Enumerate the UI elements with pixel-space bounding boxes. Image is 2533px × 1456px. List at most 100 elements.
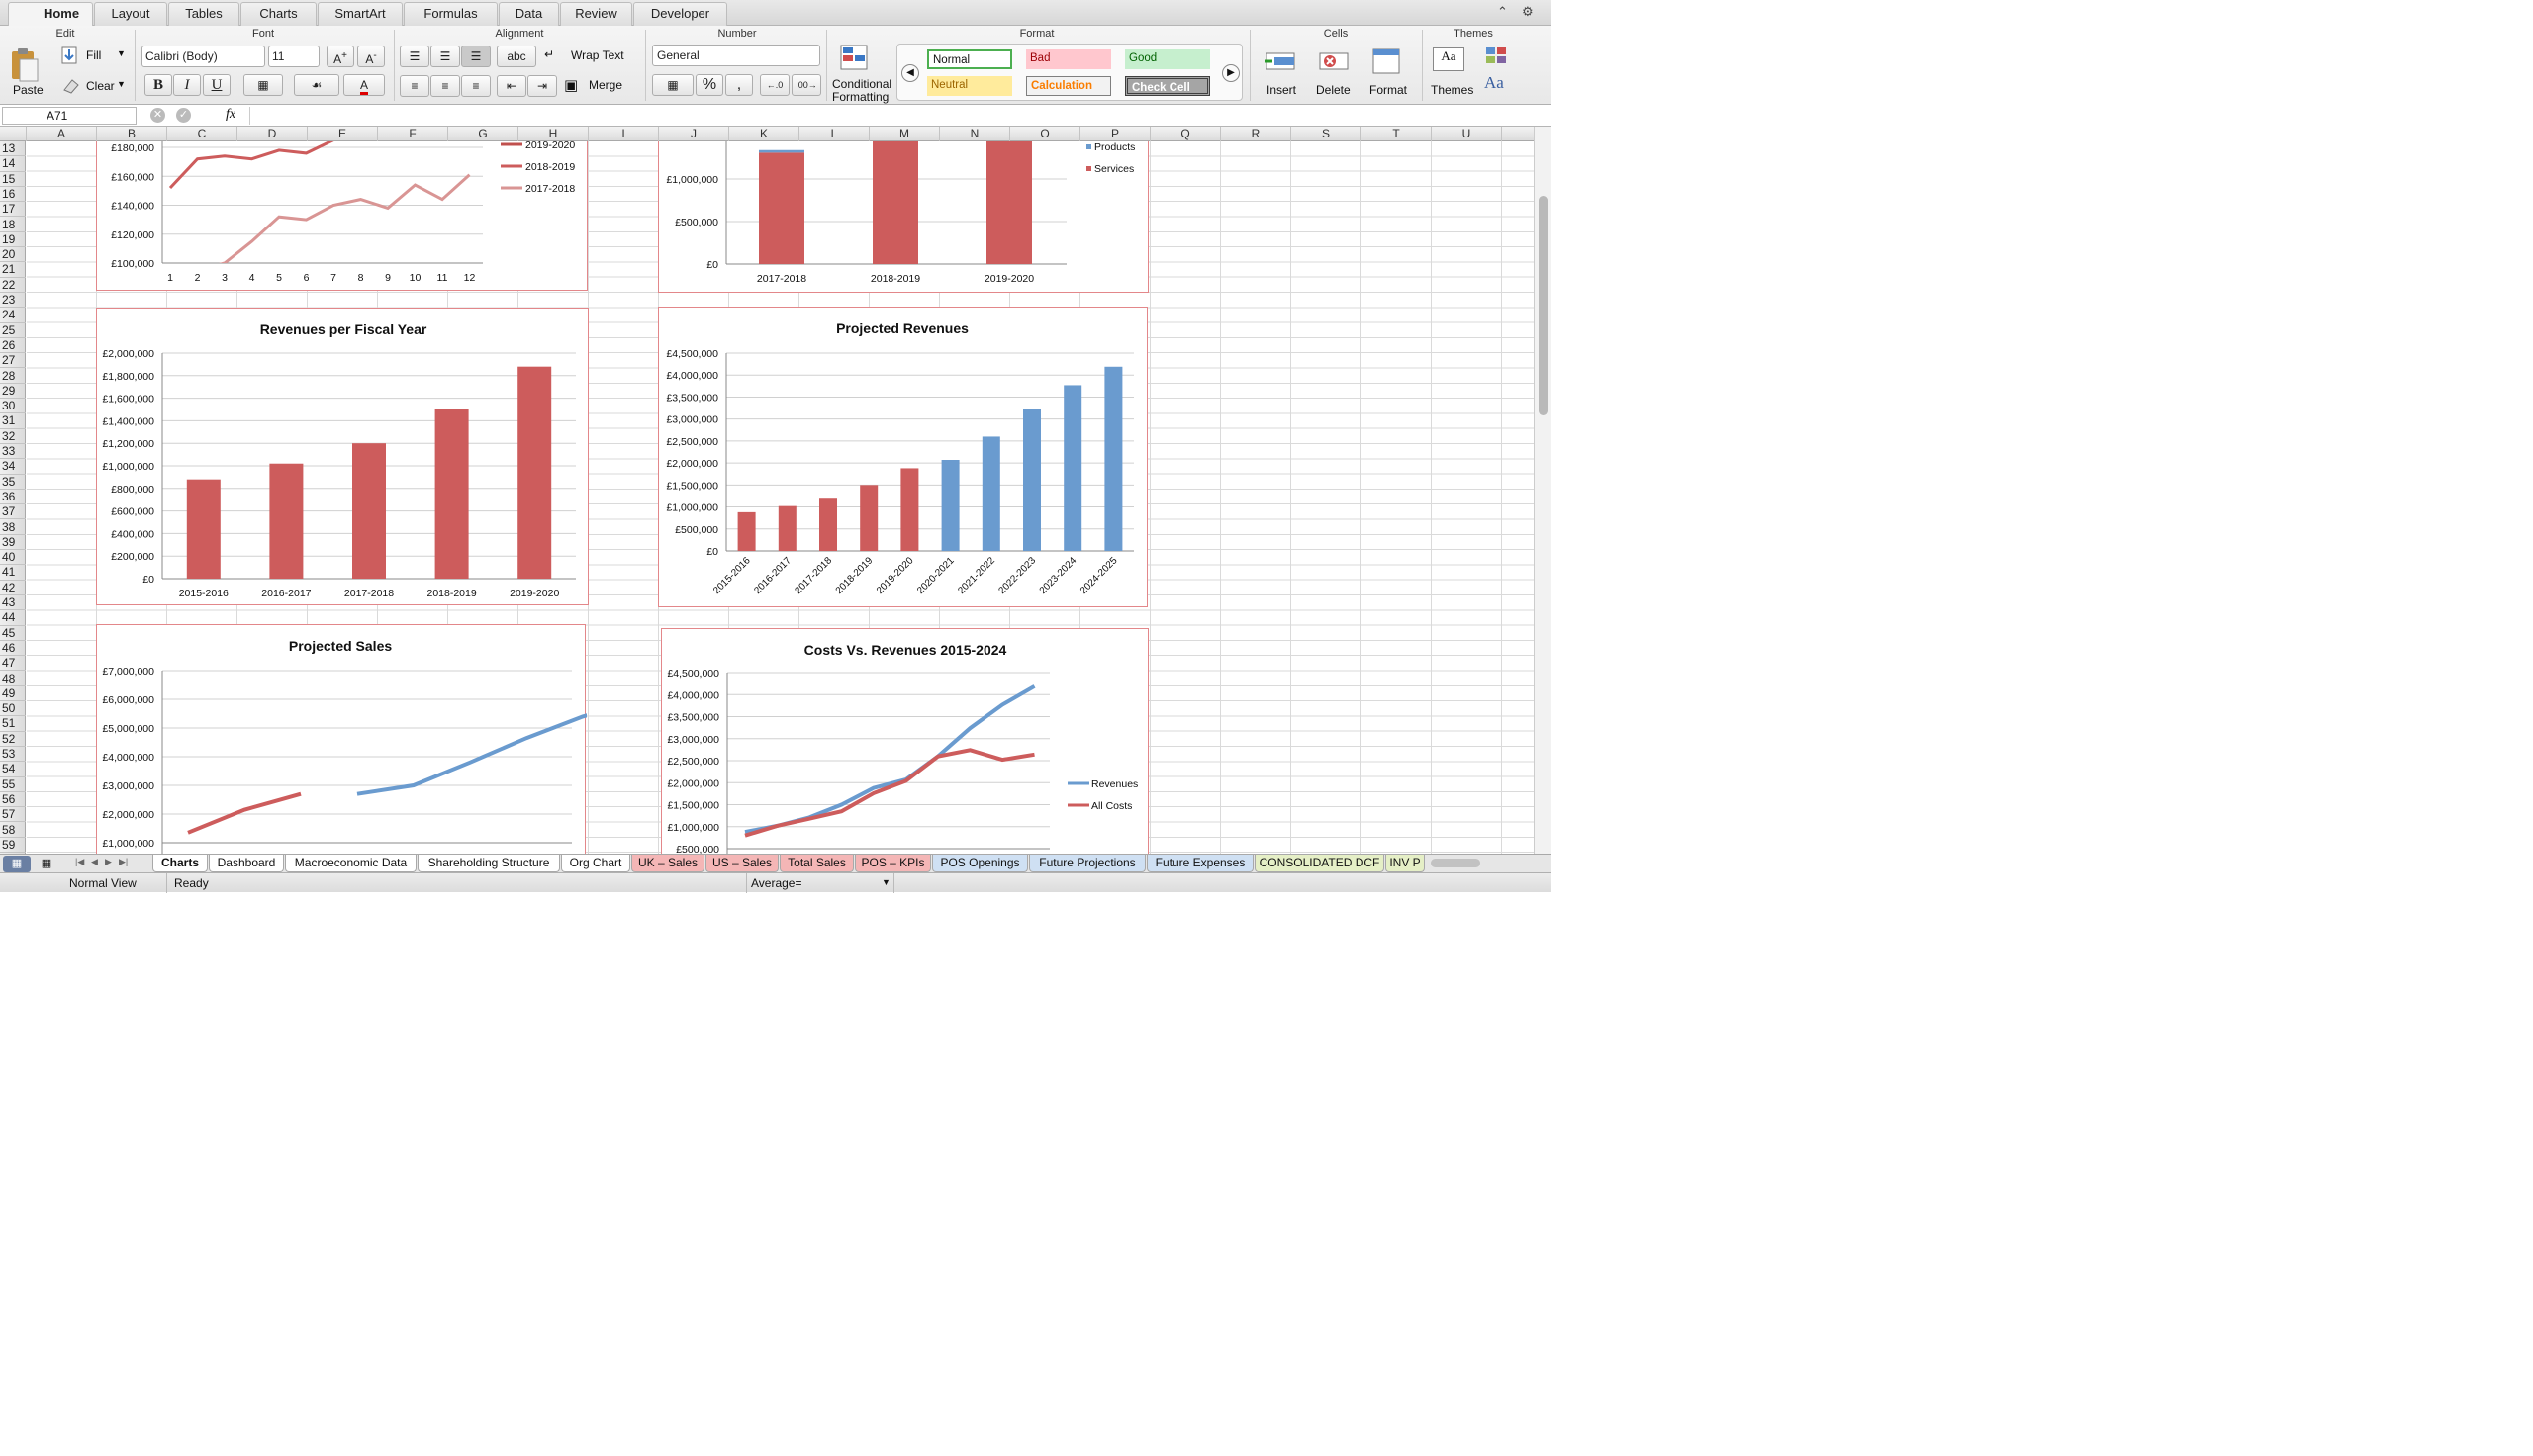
row-header-36[interactable]: 36: [0, 490, 26, 505]
row-header-14[interactable]: 14: [0, 156, 26, 172]
align-bottom-button[interactable]: ☰: [461, 46, 491, 67]
chart-projected-sales[interactable]: Projected Sales £1,000,000 £2,000,000 £3,00…: [96, 624, 587, 855]
row-header-35[interactable]: 35: [0, 475, 26, 490]
tab-home[interactable]: Home: [8, 2, 93, 27]
decrease-indent-button[interactable]: ⇤: [497, 75, 526, 97]
column-header-l[interactable]: L: [799, 127, 870, 141]
sheet-tab-3[interactable]: Shareholding Structure: [418, 855, 560, 872]
theme-colors-button[interactable]: [1484, 46, 1518, 67]
tab-review[interactable]: Review: [560, 2, 632, 26]
row-header-26[interactable]: 26: [0, 338, 26, 354]
gallery-next-button[interactable]: ▶: [1222, 64, 1240, 82]
style-normal[interactable]: Normal: [927, 49, 1012, 69]
row-header-58[interactable]: 58: [0, 823, 26, 838]
row-header-43[interactable]: 43: [0, 595, 26, 611]
sheet-tab-4[interactable]: Org Chart: [561, 855, 630, 872]
row-header-18[interactable]: 18: [0, 218, 26, 232]
status-summary-select[interactable]: Average= ▼: [746, 873, 894, 893]
formula-input[interactable]: [249, 107, 1534, 125]
bold-button[interactable]: B: [144, 74, 172, 96]
row-header-48[interactable]: 48: [0, 672, 26, 686]
collapse-ribbon-icon[interactable]: ⌃: [1497, 4, 1508, 20]
column-header-q[interactable]: Q: [1151, 127, 1221, 141]
row-header-21[interactable]: 21: [0, 262, 26, 278]
clear-button[interactable]: Clear ▼: [61, 76, 129, 98]
sheet-tab-7[interactable]: Total Sales: [780, 855, 854, 872]
paste-button[interactable]: Paste: [6, 47, 49, 99]
theme-fonts-button[interactable]: Aa: [1484, 73, 1518, 97]
row-header-38[interactable]: 38: [0, 520, 26, 535]
sheet-nav-prev-icon[interactable]: ◀: [91, 857, 98, 867]
column-header-p[interactable]: P: [1080, 127, 1151, 141]
sheet-nav-last-icon[interactable]: ▶|: [119, 857, 128, 867]
wrap-text-button[interactable]: ↵ Wrap Text: [544, 46, 639, 67]
tab-charts[interactable]: Charts: [240, 2, 317, 26]
insert-cells-button[interactable]: Insert: [1259, 44, 1304, 101]
column-header-e[interactable]: E: [308, 127, 378, 141]
sheet-tab-2[interactable]: Macroeconomic Data: [285, 855, 417, 872]
row-header-30[interactable]: 30: [0, 399, 26, 414]
row-header-20[interactable]: 20: [0, 247, 26, 263]
column-header-r[interactable]: R: [1221, 127, 1291, 141]
tab-smartart[interactable]: SmartArt: [318, 2, 403, 26]
row-header-53[interactable]: 53: [0, 747, 26, 763]
themes-button[interactable]: Aa Themes: [1429, 44, 1476, 101]
row-header-41[interactable]: 41: [0, 565, 26, 581]
align-left-button[interactable]: ≡: [400, 75, 429, 97]
sheet-nav-next-icon[interactable]: ▶: [105, 857, 112, 867]
row-header-57[interactable]: 57: [0, 807, 26, 823]
tab-data[interactable]: Data: [499, 2, 559, 26]
column-header-b[interactable]: B: [97, 127, 167, 141]
increase-indent-button[interactable]: ⇥: [527, 75, 557, 97]
sheet-nav-first-icon[interactable]: |◀: [75, 857, 84, 867]
row-header-33[interactable]: 33: [0, 444, 26, 460]
page-layout-view-button[interactable]: ▦: [33, 856, 60, 872]
normal-view-button[interactable]: ▦: [3, 856, 31, 872]
column-header-k[interactable]: K: [729, 127, 799, 141]
sheet-tab-0[interactable]: Charts: [152, 855, 208, 872]
cancel-entry-icon[interactable]: ✕: [150, 108, 165, 123]
sheet-tab-11[interactable]: Future Expenses: [1147, 855, 1254, 872]
underline-button[interactable]: U: [203, 74, 231, 96]
format-cells-button[interactable]: Format: [1365, 44, 1413, 101]
row-header-40[interactable]: 40: [0, 550, 26, 566]
font-name-select[interactable]: Calibri (Body): [141, 46, 265, 67]
style-neutral[interactable]: Neutral: [927, 76, 1012, 96]
chart-monthly-revenues[interactable]: £100,000 £120,000 £140,000 £160,000 £180,000…: [96, 141, 588, 291]
row-header-19[interactable]: 19: [0, 232, 26, 248]
sheet-tab-9[interactable]: POS Openings: [932, 855, 1028, 872]
decrease-font-size-button[interactable]: A-: [357, 46, 385, 67]
column-header-n[interactable]: N: [940, 127, 1010, 141]
scroll-thumb[interactable]: [1539, 196, 1548, 415]
orientation-button[interactable]: abc: [497, 46, 536, 67]
column-header-i[interactable]: I: [589, 127, 659, 141]
row-header-51[interactable]: 51: [0, 716, 26, 732]
row-header-56[interactable]: 56: [0, 792, 26, 808]
select-all-corner[interactable]: [0, 127, 27, 141]
chart-revenues-per-fiscal-year[interactable]: Revenues per Fiscal Year £0 £200,000 £400,0…: [96, 308, 589, 605]
increase-font-size-button[interactable]: A+: [327, 46, 354, 67]
row-header-31[interactable]: 31: [0, 413, 26, 429]
column-header-f[interactable]: F: [378, 127, 448, 141]
row-header-25[interactable]: 25: [0, 323, 26, 338]
comma-style-button[interactable]: ,: [725, 74, 753, 96]
decrease-decimal-button[interactable]: .00→: [792, 74, 821, 96]
sheet-tab-12[interactable]: CONSOLIDATED DCF: [1255, 855, 1384, 872]
row-header-47[interactable]: 47: [0, 656, 26, 672]
align-center-button[interactable]: ≡: [430, 75, 460, 97]
delete-cells-button[interactable]: Delete: [1312, 44, 1358, 101]
row-header-24[interactable]: 24: [0, 308, 26, 323]
sheet-tab-10[interactable]: Future Projections: [1029, 855, 1146, 872]
sheet-tab-8[interactable]: POS – KPIs: [855, 855, 931, 872]
row-header-42[interactable]: 42: [0, 581, 26, 595]
column-header-s[interactable]: S: [1291, 127, 1361, 141]
row-header-49[interactable]: 49: [0, 686, 26, 702]
fill-color-button[interactable]: ☙: [294, 74, 339, 96]
conditional-formatting-button[interactable]: Conditional Formatting: [829, 44, 894, 104]
sheet-tab-13[interactable]: INV P: [1385, 855, 1425, 872]
increase-decimal-button[interactable]: ←.0: [760, 74, 790, 96]
column-header-g[interactable]: G: [448, 127, 518, 141]
chart-costs-vs-revenues[interactable]: Costs Vs. Revenues 2015-2024 £500,000 £1,0…: [661, 628, 1149, 855]
column-header-c[interactable]: C: [167, 127, 237, 141]
insert-function-button[interactable]: fx: [226, 107, 235, 123]
